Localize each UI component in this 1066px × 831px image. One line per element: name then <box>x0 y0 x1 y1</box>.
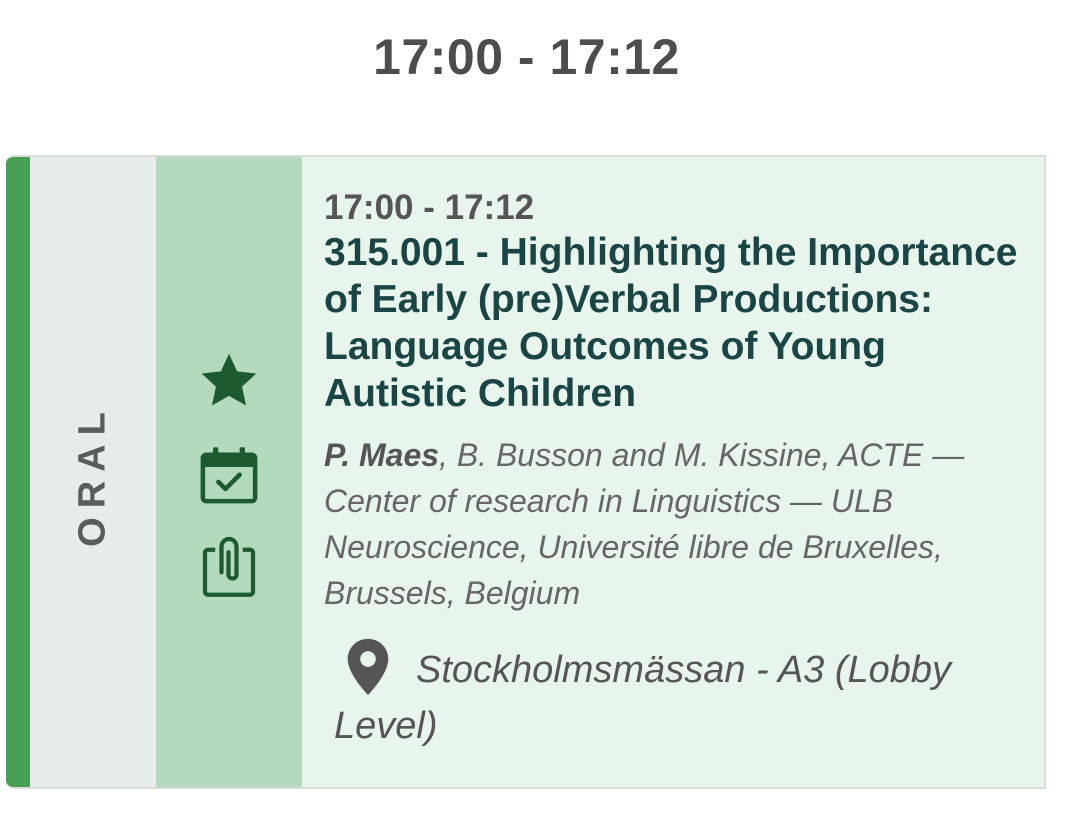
session-type-label: ORAL <box>71 403 114 547</box>
talk-title[interactable]: 315.001 - Highlighting the Importance of… <box>324 229 1024 417</box>
star-icon <box>201 353 257 406</box>
session-content: 17:00 - 17:12 315.001 - Highlighting the… <box>324 187 1024 616</box>
talk-location: Stockholmsmässan - A3 (Lobby Level) <box>334 638 1024 754</box>
location-pin-icon <box>347 638 389 696</box>
session-accent-bar <box>6 157 30 787</box>
talk-time: 17:00 - 17:12 <box>324 188 535 227</box>
add-to-calendar-button[interactable] <box>192 438 266 512</box>
time-slot-header: 17:00 - 17:12 <box>373 29 680 85</box>
session-card[interactable]: ORAL 17:00 - 17:12 315.001 - Highlightin… <box>6 155 1046 789</box>
favorite-button[interactable] <box>192 344 266 418</box>
materials-button[interactable] <box>192 529 266 603</box>
location-text: Stockholmsmässan - A3 (Lobby Level) <box>334 649 952 747</box>
paperclip-clipboard-icon <box>202 536 256 597</box>
talk-authors: P. Maes, B. Busson and M. Kissine, ACTE … <box>324 432 1024 616</box>
session-actions-column <box>156 157 302 787</box>
session-type-column: ORAL <box>30 157 156 787</box>
calendar-check-icon <box>200 447 258 504</box>
presenter-name: P. Maes <box>324 437 440 473</box>
